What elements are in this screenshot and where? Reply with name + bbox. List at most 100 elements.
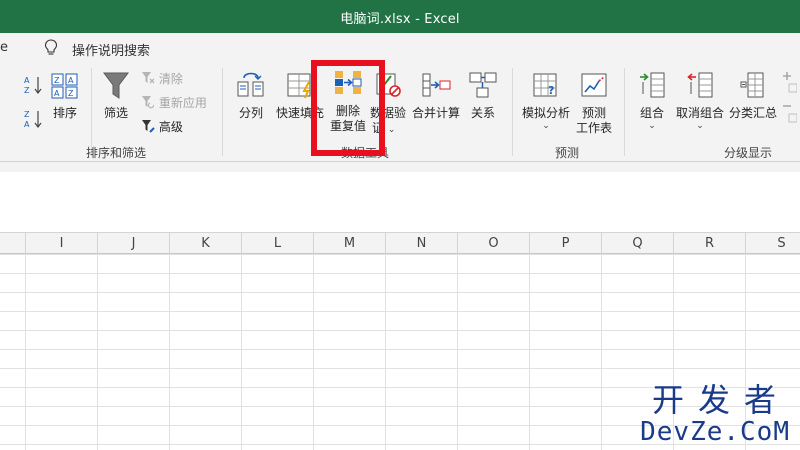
clear-label: 清除 xyxy=(158,72,183,86)
sort-desc-button[interactable]: Z A xyxy=(22,108,44,130)
column-header-i[interactable]: I xyxy=(26,233,98,254)
group-button[interactable]: 组合 ⌄ xyxy=(634,70,670,131)
forecast-sheet-icon xyxy=(581,73,607,97)
chevron-down-icon: ⌄ xyxy=(696,121,704,131)
advanced-filter-icon xyxy=(142,120,155,133)
grid-column-line xyxy=(97,254,98,450)
chevron-down-icon: ⌄ xyxy=(387,125,396,135)
watermark-line1: 开发者 xyxy=(651,381,790,419)
text-to-columns-label: 分列 xyxy=(238,106,263,120)
column-header-r[interactable]: R xyxy=(674,233,746,254)
column-header-n[interactable]: N xyxy=(386,233,458,254)
group-rows-icon xyxy=(640,72,665,98)
show-detail-button[interactable] xyxy=(781,70,798,134)
svg-text:Z: Z xyxy=(24,110,30,119)
formula-area xyxy=(0,172,800,222)
advanced-label: 高级 xyxy=(158,120,183,134)
grid-column-line xyxy=(601,254,602,450)
filter-label: 筛选 xyxy=(103,106,128,120)
column-header-m[interactable]: M xyxy=(314,233,386,254)
grid-column-line xyxy=(241,254,242,450)
text-to-columns-icon xyxy=(237,72,264,97)
group-label-forecast: 预测 xyxy=(554,146,579,160)
column-header-q[interactable]: Q xyxy=(602,233,674,254)
reapply-button[interactable]: 重新应用 xyxy=(141,95,207,111)
subtotal-icon xyxy=(740,72,764,98)
title-bar: 电脑词.xlsx - Excel xyxy=(0,0,800,33)
grid-column-line xyxy=(457,254,458,450)
subtotal-label: 分类汇总 xyxy=(728,106,777,120)
watermark-line2: DevZe.CoM xyxy=(640,417,790,447)
chevron-down-icon: ⌄ xyxy=(542,121,550,131)
data-ribbon: A Z Z A Z A A Z 排序 筛选 清除 重新应用 高级 排序和筛选 分… xyxy=(0,62,800,162)
what-if-analysis-button[interactable]: ? 模拟分析 ⌄ xyxy=(518,70,574,131)
ungroup-label: 取消组合 xyxy=(675,106,724,120)
consolidate-label: 合并计算 xyxy=(411,106,460,120)
filter-button[interactable]: 筛选 xyxy=(98,70,134,121)
sort-dialog-icon: Z A A Z xyxy=(51,73,78,99)
divider xyxy=(624,68,625,156)
forecast-sheet-line1: 预测 xyxy=(581,106,606,120)
clear-filter-icon xyxy=(142,72,155,84)
show-detail-icon xyxy=(783,72,798,123)
grid-column-line xyxy=(385,254,386,450)
svg-text:Z: Z xyxy=(68,89,74,98)
relationships-button[interactable]: 关系 xyxy=(466,70,500,121)
highlight-box xyxy=(311,60,385,156)
svg-text:Z: Z xyxy=(54,76,60,85)
tab-edge-label[interactable]: e xyxy=(0,40,8,55)
column-header-j[interactable]: J xyxy=(98,233,170,254)
tell-me-bar: e 操作说明搜索 xyxy=(0,33,800,62)
reapply-label: 重新应用 xyxy=(158,96,207,110)
svg-text:A: A xyxy=(68,76,74,85)
chevron-down-icon: ⌄ xyxy=(648,121,656,131)
sort-label: 排序 xyxy=(52,106,77,120)
excel-window: 电脑词.xlsx - Excel e 操作说明搜索 A Z Z A Z A A … xyxy=(0,0,800,450)
group-label-sort-filter: 排序和筛选 xyxy=(85,146,146,160)
ribbon-bottom-strip xyxy=(0,162,800,172)
what-if-analysis-label: 模拟分析 xyxy=(521,106,570,120)
funnel-icon xyxy=(103,72,129,99)
sort-za-icon: Z A xyxy=(24,110,42,129)
svg-text:A: A xyxy=(24,120,30,129)
window-title: 电脑词.xlsx - Excel xyxy=(340,12,460,27)
grid-column-line xyxy=(25,254,26,450)
svg-text:?: ? xyxy=(548,84,554,97)
grid-column-line xyxy=(169,254,170,450)
divider xyxy=(512,68,513,156)
column-header-row: IJKLMNOPQRS xyxy=(0,232,800,254)
consolidate-icon xyxy=(422,73,451,97)
watermark: 开发者 DevZe.CoM xyxy=(640,383,790,447)
advanced-filter-button[interactable]: 高级 xyxy=(141,119,183,135)
svg-text:A: A xyxy=(54,89,60,98)
column-header-s[interactable]: S xyxy=(746,233,800,254)
clear-filter-button[interactable]: 清除 xyxy=(141,71,183,87)
sort-az-icon: A Z xyxy=(24,76,42,95)
column-header-partial[interactable] xyxy=(0,233,26,254)
grid-column-line xyxy=(313,254,314,450)
what-if-analysis-icon: ? xyxy=(533,73,557,97)
consolidate-button[interactable]: 合并计算 xyxy=(410,70,462,121)
reapply-icon xyxy=(142,96,155,109)
ungroup-rows-icon xyxy=(687,72,713,98)
group-label: 组合 xyxy=(639,106,664,120)
column-header-p[interactable]: P xyxy=(530,233,602,254)
sort-asc-button[interactable]: A Z xyxy=(22,74,44,96)
group-label-outline: 分级显示 xyxy=(723,146,772,160)
text-to-columns-button[interactable]: 分列 xyxy=(234,70,268,121)
relationships-label: 关系 xyxy=(470,106,495,120)
svg-text:Z: Z xyxy=(24,86,30,95)
column-header-o[interactable]: O xyxy=(458,233,530,254)
relationships-icon xyxy=(469,72,497,98)
forecast-sheet-button[interactable]: 预测 工作表 xyxy=(572,70,616,136)
svg-text:A: A xyxy=(24,76,30,85)
subtotal-button[interactable]: 分类汇总 xyxy=(726,70,780,121)
divider xyxy=(91,68,92,156)
ungroup-button[interactable]: 取消组合 ⌄ xyxy=(672,70,728,131)
grid-column-line xyxy=(529,254,530,450)
tell-me-search[interactable]: 操作说明搜索 xyxy=(72,40,150,59)
column-header-k[interactable]: K xyxy=(170,233,242,254)
column-header-l[interactable]: L xyxy=(242,233,314,254)
forecast-sheet-line2: 工作表 xyxy=(575,121,612,135)
sort-button[interactable]: Z A A Z 排序 xyxy=(48,72,82,121)
